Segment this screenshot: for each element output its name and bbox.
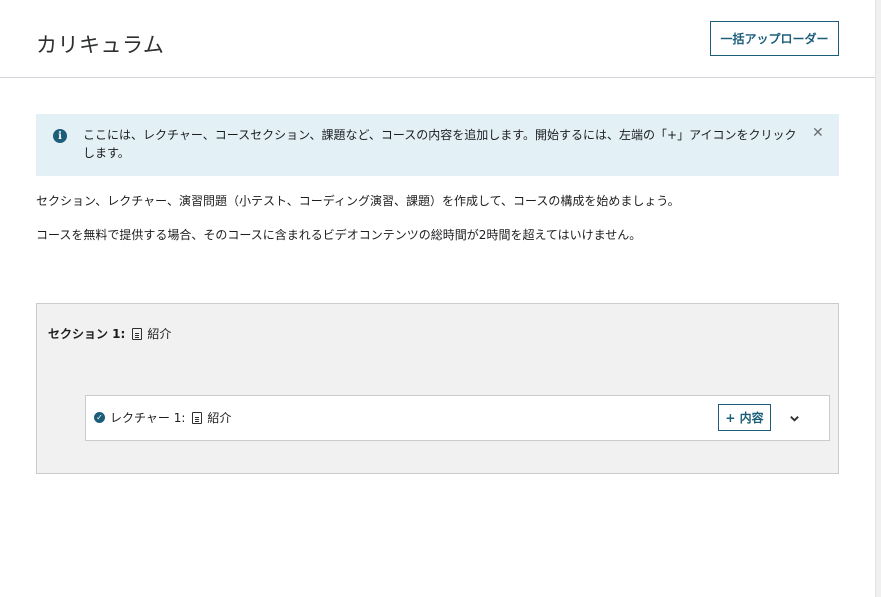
chevron-down-icon[interactable] <box>786 410 802 426</box>
description-line-1: セクション、レクチャー、演習問題（小テスト、コーディング演習、課題）を作成して、… <box>36 194 680 208</box>
check-circle-icon: ✓ <box>94 412 105 423</box>
section-label: セクション 1: <box>48 327 126 341</box>
document-icon <box>132 327 143 340</box>
lecture-header: レクチャー 1: 紹介 <box>110 409 231 426</box>
add-content-button[interactable]: + 内容 <box>718 404 771 431</box>
scrollbar[interactable] <box>875 0 881 597</box>
lecture-row[interactable]: ✓ レクチャー 1: 紹介 + 内容 <box>85 395 830 441</box>
document-icon <box>192 411 203 424</box>
section-header: セクション 1: 紹介 <box>48 325 171 342</box>
info-banner-text: ここには、レクチャー、コースセクション、課題など、コースの内容を追加します。開始… <box>83 128 797 160</box>
close-icon[interactable]: ✕ <box>812 126 826 140</box>
info-icon: i <box>53 129 67 143</box>
page-header: カリキュラム 一括アップローダー <box>0 0 875 78</box>
section-title: 紹介 <box>147 327 172 341</box>
description-line-2: コースを無料で提供する場合、そのコースに含まれるビデオコンテンツの総時間が2時間… <box>36 228 642 242</box>
lecture-label: レクチャー 1: <box>110 411 186 425</box>
bulk-uploader-button[interactable]: 一括アップローダー <box>710 21 839 56</box>
section-card: セクション 1: 紹介 ✓ レクチャー 1: 紹介 + 内容 <box>36 303 839 474</box>
page-title: カリキュラム <box>36 33 165 57</box>
lecture-title: 紹介 <box>207 411 232 425</box>
info-banner: i ここには、レクチャー、コースセクション、課題など、コースの内容を追加します。… <box>36 114 839 176</box>
